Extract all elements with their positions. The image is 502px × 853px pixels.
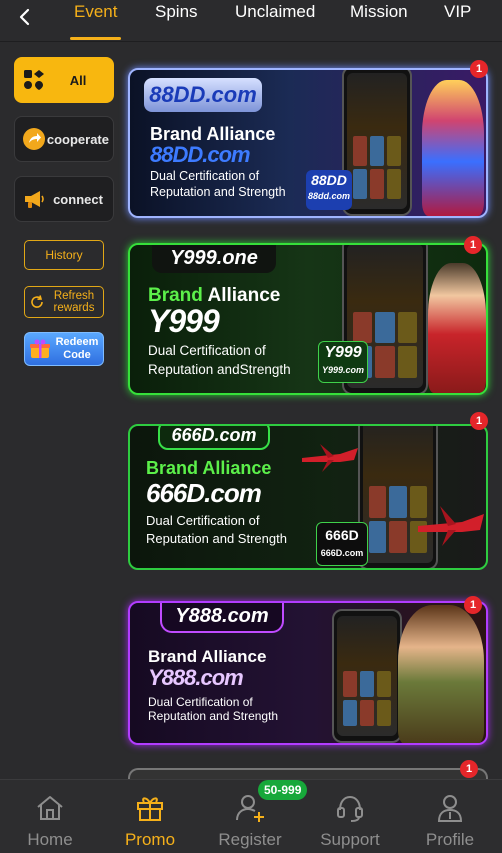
home-icon (32, 790, 68, 826)
nav-label: Support (320, 830, 380, 849)
banner-character-image (422, 80, 484, 216)
banner-y999[interactable]: Y999.one Brand Alliance Y999 Dual Certif… (128, 243, 488, 395)
banner-desc: Dual Certification of Reputation and Stre… (150, 169, 286, 199)
chevron-left-icon (19, 8, 30, 26)
airplane-image (418, 506, 484, 546)
gift-icon (132, 790, 168, 826)
sidebar-item-label: cooperate (46, 131, 109, 147)
notification-badge: 1 (464, 596, 482, 614)
sidebar-item-cooperate[interactable]: cooperate (14, 116, 114, 162)
megaphone-icon (21, 186, 47, 212)
banner-big-logo: Y999 (148, 303, 220, 339)
tab-unclaimed[interactable]: Unclaimed (235, 2, 315, 40)
sidebar-item-label: All (69, 72, 87, 88)
banner-666d[interactable]: 666D.com Brand Alliance 666D.com Dual Ce… (128, 424, 488, 570)
banner-big-logo: Y888.com (148, 665, 244, 690)
history-button[interactable]: History (24, 240, 104, 270)
banner-logo: 88DD.com (144, 78, 262, 112)
refresh-rewards-button[interactable]: Refresh rewards (24, 286, 104, 318)
banner-desc: Dual Certification of Reputation and Stre… (146, 513, 287, 546)
nav-label: Profile (425, 830, 475, 849)
banner-logo: 666D.com (158, 426, 270, 450)
banner-logo: Y888.com (160, 603, 284, 633)
profile-icon (432, 790, 468, 826)
sidebar-item-all[interactable]: All (14, 57, 114, 103)
nav-profile[interactable]: Profile (400, 780, 500, 853)
bottom-nav: Home Promo Register Support Profile (0, 779, 502, 853)
refresh-rewards-label: Refresh rewards (53, 290, 95, 314)
banner-big-logo: 88DD.com (150, 142, 251, 167)
tab-vip[interactable]: VIP (444, 2, 471, 40)
notification-badge: 1 (470, 412, 488, 430)
notification-badge: 1 (470, 60, 488, 78)
banner-phone-image (342, 70, 412, 216)
nav-home[interactable]: Home (0, 780, 100, 853)
banner-character-image (428, 263, 486, 393)
banner-character-image (398, 605, 484, 743)
nav-label: Home (27, 830, 73, 849)
banner-site-tag: 666D 666D.com (316, 522, 368, 566)
headset-icon (332, 790, 368, 826)
tab-spins[interactable]: Spins (155, 2, 198, 40)
nav-promo[interactable]: Promo (100, 780, 200, 853)
tab-event[interactable]: Event (69, 2, 123, 40)
nav-support[interactable]: Support (300, 780, 400, 853)
banner-desc: Dual Certification of Reputation andStren… (148, 343, 291, 377)
share-arrow-icon (21, 126, 47, 152)
banner-site-tag: 88DD 88dd.com (306, 170, 352, 210)
banner-y888[interactable]: Y888.com Brand Alliance Y888.com Dual Ce… (128, 601, 488, 745)
notification-badge: 1 (464, 236, 482, 254)
grid-suits-icon (21, 67, 47, 93)
banner-phone-image (332, 609, 402, 743)
banner-88dd[interactable]: 88DD.com Brand Alliance 88DD.com Dual Ce… (128, 68, 488, 218)
tab-mission[interactable]: Mission (350, 2, 408, 40)
back-button[interactable] (10, 2, 40, 32)
sidebar-item-connect[interactable]: connect (14, 176, 114, 222)
airplane-image (302, 444, 358, 472)
notification-badge: 1 (460, 760, 478, 778)
nav-label: Promo (124, 830, 176, 849)
banner-brand-title: Brand Alliance (148, 647, 267, 666)
nav-label: Register (218, 830, 282, 849)
sidebar-item-label: connect (53, 191, 103, 207)
redeem-code-button[interactable]: Redeem Code (24, 332, 104, 366)
gift-box-icon (30, 339, 50, 358)
refresh-icon (31, 295, 43, 308)
top-tab-bar: Event Spins Unclaimed Mission VIP (0, 0, 502, 42)
banner-site-tag: Y999 Y999.com (318, 341, 368, 383)
register-bonus-badge: 50-999 (258, 780, 308, 800)
banner-desc: Dual Certification of Reputation and Stre… (148, 695, 279, 723)
banner-logo: Y999.one (152, 245, 276, 273)
redeem-code-label: Redeem Code (55, 336, 99, 361)
banner-brand-title: Brand Alliance (146, 458, 272, 478)
banner-big-logo: 666D.com (146, 478, 262, 508)
